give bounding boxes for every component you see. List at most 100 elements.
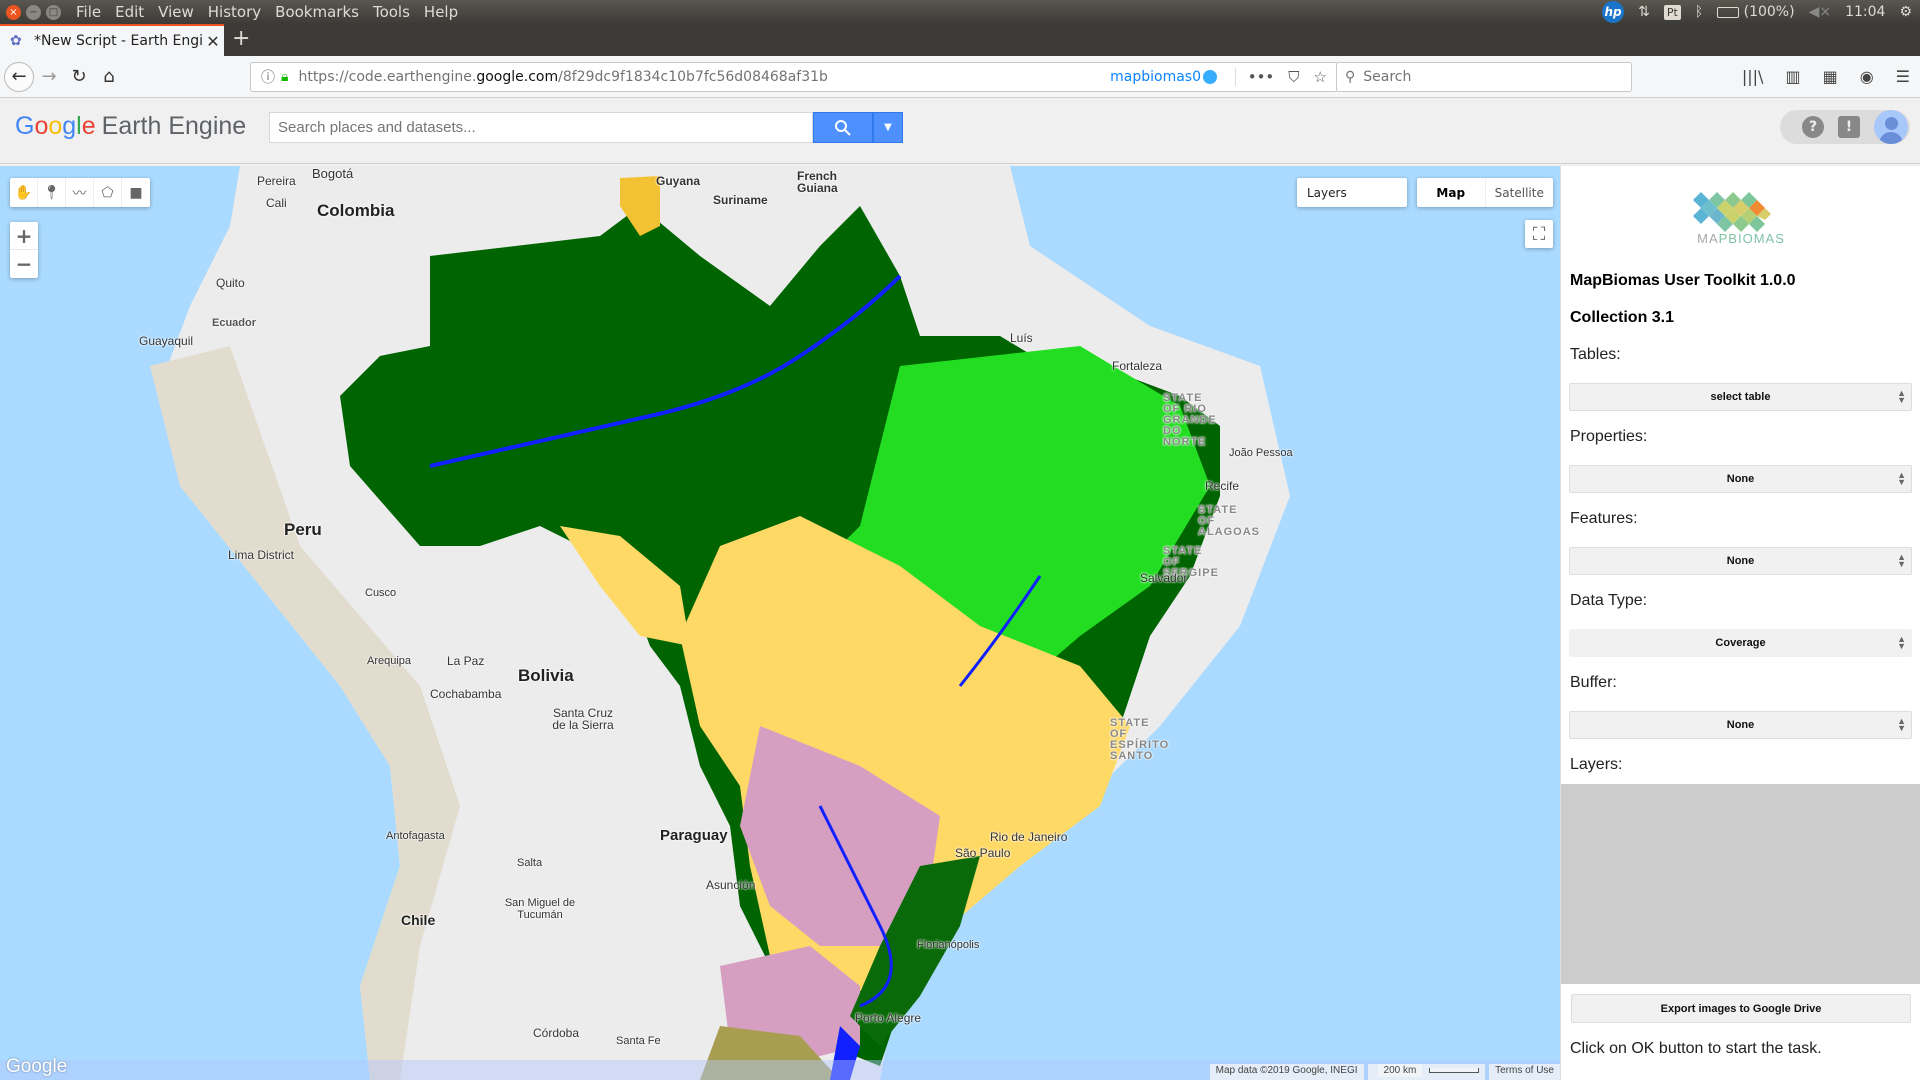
layers-label: Layers: <box>1570 756 1623 773</box>
user-avatar[interactable] <box>1874 110 1908 144</box>
clock[interactable]: 11:04 <box>1845 4 1885 20</box>
caret-down-icon: ▼ <box>884 122 892 133</box>
logo-letter: G <box>15 112 35 140</box>
zoom-in-button[interactable]: + <box>10 222 38 250</box>
map-type-map[interactable]: Map <box>1417 178 1486 207</box>
features-select[interactable]: None ▲ ▼ <box>1569 547 1912 575</box>
map-label-quito: Quito <box>216 276 245 290</box>
menu-history[interactable]: History <box>208 3 261 21</box>
window-close-button[interactable]: × <box>6 4 21 20</box>
map-label-paraguay: Paraguay <box>660 827 728 844</box>
keyboard-layout-indicator[interactable]: Pt <box>1663 4 1681 20</box>
fullscreen-button[interactable]: ⛶ <box>1525 220 1553 248</box>
account-icon[interactable]: ◉ <box>1860 67 1874 86</box>
window-maximize-button[interactable]: □ <box>46 4 61 20</box>
url-bar[interactable]: ⓘ 🔒︎ https://code.earthengine.google.com… <box>250 62 1338 92</box>
new-tab-button[interactable]: + <box>232 26 250 51</box>
battery-icon <box>1717 6 1740 18</box>
layers-button[interactable]: Layers <box>1297 178 1407 207</box>
container-label[interactable]: mapbiomas0 <box>1110 69 1217 85</box>
google-earth-engine-logo[interactable]: Google Earth Engine <box>15 112 246 141</box>
bluetooth-icon[interactable]: ᛒ <box>1695 4 1703 20</box>
map-label-recife: Recife <box>1205 479 1240 493</box>
map-label-fortaleza: Fortaleza <box>1112 359 1163 373</box>
properties-select[interactable]: None ▲ ▼ <box>1569 465 1912 493</box>
toolkit-title: MapBiomas User Toolkit 1.0.0 <box>1570 272 1796 289</box>
buffer-select[interactable]: None ▲ ▼ <box>1569 711 1912 739</box>
menu-help[interactable]: Help <box>424 3 458 21</box>
menu-bookmarks[interactable]: Bookmarks <box>275 3 359 21</box>
mapbiomas-wordmark: MAPBIOMAS <box>1561 231 1920 246</box>
menu-view[interactable]: View <box>158 3 194 21</box>
url-domain: google.com <box>476 69 559 85</box>
map-label-joao-pessoa: João Pessoa <box>1229 447 1293 459</box>
logo-letter: o <box>48 112 63 140</box>
gee-header: GoogleEarth Engine ▼ ? ! <box>0 98 1920 263</box>
battery-indicator[interactable]: (100%) <box>1717 4 1795 20</box>
map-label-antofagasta: Antofagasta <box>386 830 445 842</box>
site-info-icon[interactable]: ⓘ <box>261 67 275 87</box>
lock-icon: 🔒︎ <box>281 69 289 85</box>
map-scale-label: 200 km <box>1377 1064 1423 1077</box>
data-type-select[interactable]: Coverage ▲ ▼ <box>1569 629 1912 657</box>
zoom-out-button[interactable]: − <box>10 250 38 278</box>
draw-line-icon[interactable]: 〰 <box>66 178 94 207</box>
tab-close-icon[interactable]: ✕ <box>202 32 224 51</box>
map-label-la-paz: La Paz <box>447 654 485 668</box>
map-canvas[interactable]: Pereira Bogotá Cali Colombia Quito Ecuad… <box>0 166 1560 1080</box>
extensions-grid-icon[interactable]: ▦ <box>1823 67 1838 86</box>
add-marker-icon[interactable]: 📍︎ <box>38 178 66 207</box>
sound-muted-icon[interactable]: ◀× <box>1809 4 1832 20</box>
map-label-sao-paulo: São Paulo <box>955 846 1011 860</box>
menu-file[interactable]: File <box>76 3 101 21</box>
select-arrows-icon: ▲ ▼ <box>1897 552 1906 569</box>
reload-button[interactable]: ↻ <box>64 62 94 92</box>
layers-list-area[interactable] <box>1561 784 1920 984</box>
places-datasets-search-input[interactable] <box>269 112 813 143</box>
map-label-rio-de-janeiro: Rio de Janeiro <box>990 830 1068 844</box>
search-options-dropdown[interactable]: ▼ <box>873 112 903 143</box>
menu-tools[interactable]: Tools <box>373 3 410 21</box>
export-to-drive-button[interactable]: Export images to Google Drive <box>1571 994 1911 1023</box>
features-select-value: None <box>1726 555 1755 567</box>
browser-search-input[interactable]: ⚲ Search <box>1336 62 1632 92</box>
bookmark-star-icon[interactable]: ☆ <box>1314 68 1327 86</box>
library-icon[interactable]: |||\ <box>1742 67 1764 86</box>
draw-rectangle-icon[interactable]: ■ <box>122 178 150 207</box>
pocket-icon[interactable]: ⛉ <box>1288 68 1299 86</box>
tables-label: Tables: <box>1570 346 1621 363</box>
page-actions-icon[interactable]: ••• <box>1248 68 1275 86</box>
power-gear-icon[interactable]: ⚙ <box>1899 4 1912 20</box>
help-icon[interactable]: ? <box>1802 116 1824 138</box>
home-button[interactable]: ⌂ <box>94 62 124 92</box>
map-type-satellite[interactable]: Satellite <box>1486 178 1554 207</box>
map-type-toggle: Map Satellite <box>1417 178 1553 207</box>
map-label-porto-alegre: Porto Alegre <box>855 1011 922 1025</box>
wordmark-part: MA <box>1697 231 1719 246</box>
sidebar-icon[interactable]: ▥ <box>1785 67 1800 86</box>
pan-hand-icon[interactable]: ✋ <box>10 178 38 207</box>
select-arrows-icon: ▲ ▼ <box>1897 388 1906 405</box>
url-text[interactable]: https://code.earthengine.google.com/8f29… <box>298 69 827 85</box>
os-top-bar: × − □ File Edit View History Bookmarks T… <box>0 0 1920 24</box>
buffer-label: Buffer: <box>1570 674 1617 691</box>
menu-edit[interactable]: Edit <box>115 3 144 21</box>
terms-of-use-link[interactable]: Terms of Use <box>1489 1064 1560 1080</box>
url-path: /8f29dc9f1834c10b7fc56d08468af31b <box>558 69 828 85</box>
tables-select[interactable]: select table ▲ ▼ <box>1569 383 1912 411</box>
feedback-icon[interactable]: ! <box>1838 116 1860 138</box>
search-button[interactable] <box>813 112 873 143</box>
buffer-select-value: None <box>1726 719 1755 731</box>
avatar-body-icon <box>1879 132 1903 144</box>
url-prefix: https://code.earthengine. <box>298 69 477 85</box>
map-label-ecuador: Ecuador <box>212 317 257 329</box>
hamburger-menu-icon[interactable]: ☰ <box>1896 67 1910 86</box>
forward-button[interactable]: → <box>34 62 64 92</box>
hp-icon[interactable]: hp <box>1602 1 1625 23</box>
browser-tab-active[interactable]: ✿ *New Script - Earth Engi ✕ <box>0 24 224 56</box>
search-icon: ⚲ <box>1345 69 1356 85</box>
network-icon[interactable]: ⇅ <box>1638 4 1650 20</box>
draw-polygon-icon[interactable]: ⬠ <box>94 178 122 207</box>
window-minimize-button[interactable]: − <box>26 4 41 20</box>
back-button[interactable]: ← <box>4 61 34 92</box>
